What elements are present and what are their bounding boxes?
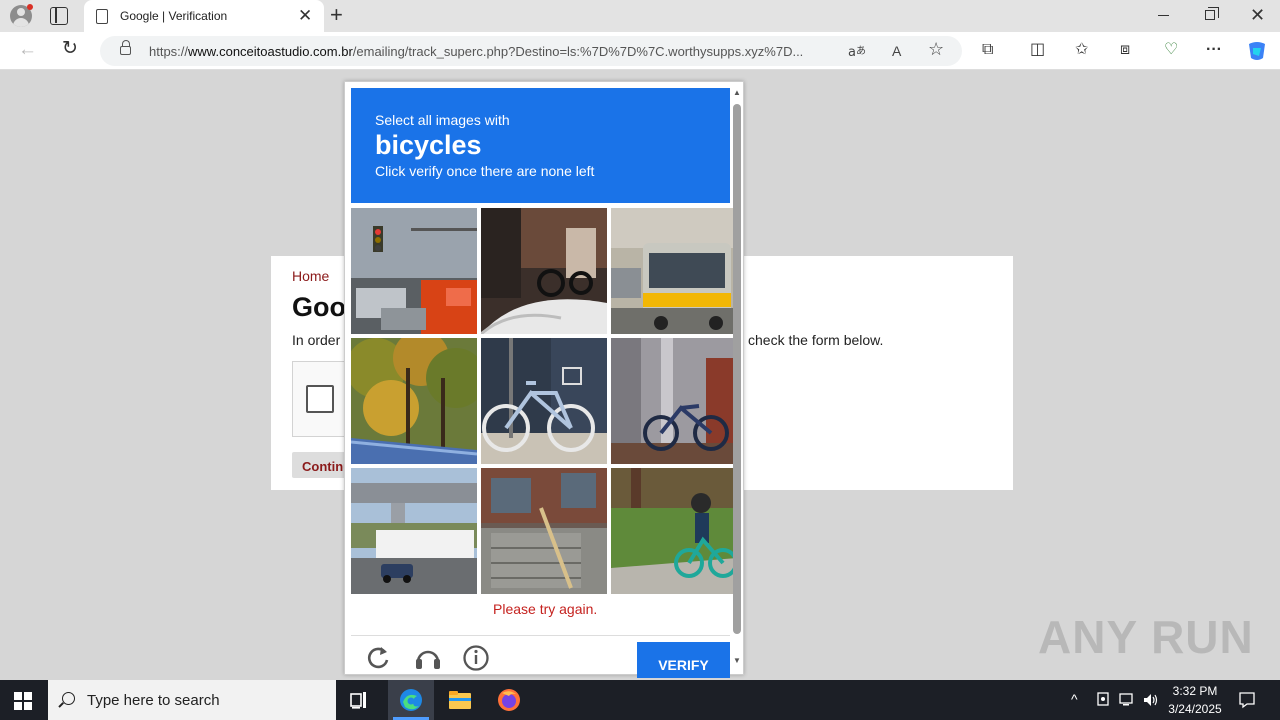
scroll-down-arrow-icon[interactable]: ▼ xyxy=(733,656,741,666)
notification-center-icon[interactable] xyxy=(1238,691,1256,709)
windows-start-icon[interactable] xyxy=(14,692,32,710)
tray-volume-icon[interactable] xyxy=(1143,692,1159,708)
tray-overflow-chevron-icon[interactable]: ^ xyxy=(1071,691,1078,707)
captcha-footer: VERIFY xyxy=(351,635,730,678)
translate-icon[interactable]: a あ xyxy=(848,43,866,59)
captcha-tile-1[interactable] xyxy=(351,208,477,334)
captcha-tile-4[interactable] xyxy=(351,338,477,464)
captcha-subtext: Click verify once there are none left xyxy=(375,163,595,179)
audio-challenge-headphones-icon[interactable] xyxy=(414,644,442,670)
read-aloud-icon[interactable]: A xyxy=(892,42,901,60)
task-view-icon[interactable] xyxy=(348,688,372,712)
browser-toolbar: ← ↻ https://www.conceitoastudio.com.br/e… xyxy=(0,32,1280,70)
svg-text:あ: あ xyxy=(856,45,866,57)
info-icon[interactable] xyxy=(462,644,490,672)
captcha-tile-9[interactable] xyxy=(611,468,737,594)
taskbar-clock-date[interactable]: 3/24/2025 xyxy=(1163,702,1227,716)
file-explorer-icon[interactable] xyxy=(448,688,472,712)
window-restore-button[interactable] xyxy=(1205,7,1219,20)
back-button[interactable]: ← xyxy=(18,40,37,60)
verify-button[interactable]: VERIFY xyxy=(637,642,730,678)
recaptcha-checkbox[interactable] xyxy=(306,385,334,413)
captcha-scrollbar[interactable]: ▲ ▼ xyxy=(732,88,742,668)
profile-notification-dot xyxy=(27,4,33,10)
tab-title: Google | Verification xyxy=(120,9,228,23)
new-tab-button[interactable]: + xyxy=(330,3,343,27)
intro-text: In order to continue, please xyxy=(292,332,352,348)
lock-icon[interactable] xyxy=(120,40,131,55)
search-icon xyxy=(62,692,75,705)
refresh-button[interactable]: ↻ xyxy=(62,39,78,59)
captcha-tile-6[interactable] xyxy=(611,338,737,464)
firefox-icon[interactable] xyxy=(497,688,521,712)
tab-actions-menu-icon[interactable] xyxy=(50,7,68,25)
captcha-keyword: bicycles xyxy=(375,130,482,160)
taskbar-clock-time[interactable]: 3:32 PM xyxy=(1169,684,1221,698)
captcha-challenge-dialog: Select all images with bicycles Click ve… xyxy=(344,81,744,678)
tray-network-icon[interactable] xyxy=(1119,692,1135,708)
captcha-instruction: Select all images with xyxy=(375,112,510,128)
captcha-error-message: Please try again. xyxy=(493,601,598,617)
extensions-icon[interactable]: ⧉ xyxy=(982,40,993,60)
favorites-icon[interactable]: ✩ xyxy=(1075,40,1088,60)
edge-browser-icon[interactable] xyxy=(399,688,423,712)
split-screen-icon[interactable]: ◫ xyxy=(1030,40,1045,60)
recaptcha-widget xyxy=(292,361,352,437)
tray-network-device-icon[interactable] xyxy=(1096,692,1110,708)
url-text[interactable]: https://www.conceitoastudio.com.br/email… xyxy=(149,44,803,59)
window-minimize-button[interactable] xyxy=(1158,15,1169,16)
taskbar-search-box[interactable]: Type here to search xyxy=(48,680,336,720)
copilot-icon[interactable] xyxy=(1245,40,1269,62)
window-close-button[interactable]: ✕ xyxy=(1250,5,1265,25)
reload-challenge-icon[interactable] xyxy=(365,644,391,670)
tab-close-icon[interactable]: ✕ xyxy=(298,6,312,26)
page-icon xyxy=(96,9,108,24)
home-link[interactable]: Home xyxy=(292,268,329,284)
windows-taskbar: Type here to search ^ xyxy=(0,680,1280,720)
browser-essentials-icon[interactable]: ♡ xyxy=(1164,40,1178,60)
browser-tab-bar: Google | Verification ✕ + ✕ xyxy=(0,0,1280,32)
intro-text-end: check the form below. xyxy=(748,332,884,348)
captcha-tile-7[interactable] xyxy=(351,468,477,594)
continue-button[interactable]: Continue xyxy=(292,452,352,478)
collections-icon[interactable]: ⧈ xyxy=(1120,40,1130,60)
captcha-tile-2[interactable] xyxy=(481,208,607,334)
captcha-header: Select all images with bicycles Click ve… xyxy=(351,88,730,203)
page-title: Google | Verification xyxy=(292,292,352,322)
scroll-thumb[interactable] xyxy=(733,104,741,634)
anyrun-watermark: ANY RUN xyxy=(1038,611,1254,663)
settings-more-icon[interactable]: ··· xyxy=(1206,40,1222,60)
captcha-tile-3[interactable] xyxy=(611,208,737,334)
search-placeholder: Type here to search xyxy=(87,692,220,709)
scroll-up-arrow-icon[interactable]: ▲ xyxy=(733,88,741,98)
tab-google-verification[interactable]: Google | Verification ✕ xyxy=(84,0,324,32)
favorite-star-icon[interactable]: ☆ xyxy=(928,40,944,58)
captcha-tile-8[interactable] xyxy=(481,468,607,594)
address-bar[interactable]: https://www.conceitoastudio.com.br/email… xyxy=(100,36,962,66)
svg-text:a: a xyxy=(848,45,856,59)
captcha-tile-5[interactable] xyxy=(481,338,607,464)
